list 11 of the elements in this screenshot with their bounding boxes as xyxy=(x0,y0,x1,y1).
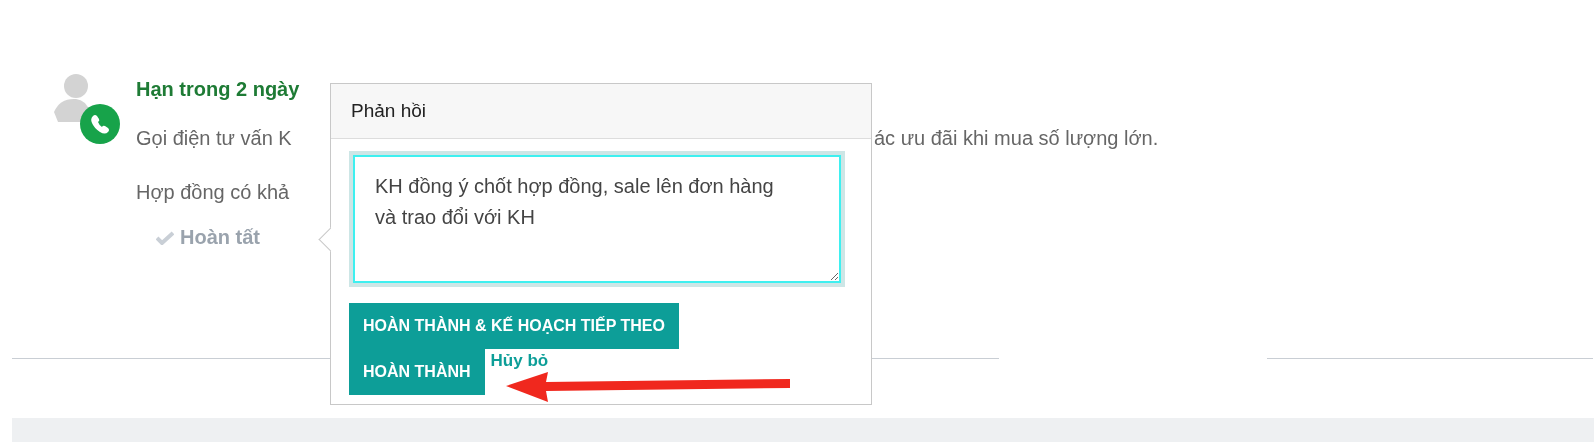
check-icon xyxy=(156,230,174,245)
activity-note: Hợp đồng có khả xyxy=(136,180,291,205)
phone-icon xyxy=(79,103,121,145)
activity-summary: Gọi điện tư vấn K xyxy=(136,126,293,151)
activity-due-label: Hạn trong 2 ngày xyxy=(136,77,301,102)
cancel-link[interactable]: Hủy bỏ xyxy=(484,349,549,371)
popover-title: Phản hồi xyxy=(351,100,426,122)
complete-button[interactable]: HOÀN THÀNH xyxy=(349,349,485,395)
activity-summary: ác ưu đãi khi mua số lượng lớn. xyxy=(874,126,1159,151)
done-link[interactable]: Hoàn tất xyxy=(180,226,260,249)
complete-button[interactable]: HOÀN THÀNH & KẾ HOẠCH TIẾP THEO xyxy=(349,303,679,349)
